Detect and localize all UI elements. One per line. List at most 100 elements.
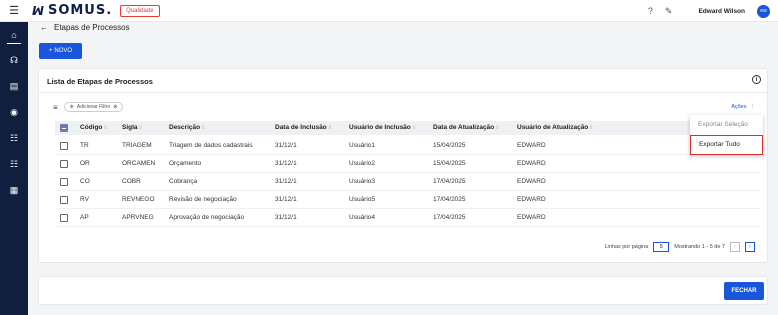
- cell-sigla: COBR: [122, 178, 141, 185]
- cell-data-inclusao: 31/12/1: [275, 196, 297, 203]
- notes-icon[interactable]: ✎: [665, 6, 673, 17]
- footer: FECHAR: [38, 276, 768, 305]
- cell-usuario-inclusao: Usuário5: [349, 196, 376, 203]
- info-icon[interactable]: i: [752, 75, 761, 84]
- cell-usuario-inclusao: Usuário1: [349, 142, 376, 149]
- menu-icon[interactable]: ☰: [0, 4, 28, 17]
- divider: [39, 92, 767, 93]
- list-check-icon[interactable]: ☷: [0, 159, 28, 170]
- cell-data-atualizacao: 15/04/2025: [433, 160, 466, 167]
- home-icon[interactable]: ⌂: [0, 30, 28, 44]
- environment-badge: Qualidade: [120, 4, 160, 17]
- export-selection-item[interactable]: Exportar Seleção: [690, 116, 763, 134]
- cell-usuario-inclusao: Usuário2: [349, 160, 376, 167]
- pagination: Linhas por página 5 Mostrando 1 - 5 de 7…: [604, 242, 755, 252]
- users-icon[interactable]: ☊: [0, 55, 28, 66]
- sidebar: ⌂ ☊ ▤ ◉ ☷ ☷ ▦: [0, 22, 28, 315]
- close-button[interactable]: FECHAR: [724, 282, 764, 300]
- cell-data-atualizacao: 17/04/2025: [433, 178, 466, 185]
- filter-row: ≡ ⊕ Adicionar Filtro ⊗: [53, 102, 124, 112]
- breadcrumb: ← Etapas de Processos: [40, 23, 130, 32]
- cell-usuario-atualizacao: EDWARD: [517, 196, 546, 203]
- cell-sigla: REVNEGO: [122, 196, 155, 203]
- column-header[interactable]: Sigla⇕: [122, 121, 143, 135]
- table-row[interactable]: TR TRIAGEM Triagem de dados cadastrais 3…: [55, 137, 760, 155]
- rows-per-page-select[interactable]: 5: [653, 242, 670, 252]
- plus-icon: +: [48, 48, 53, 54]
- cell-usuario-inclusao: Usuário3: [349, 178, 376, 185]
- close-circle-icon[interactable]: ⊗: [113, 104, 117, 110]
- cell-codigo: CO: [80, 178, 90, 185]
- row-checkbox[interactable]: [60, 196, 68, 204]
- actions-dropdown: Exportar Seleção Exportar Tudo: [690, 115, 763, 155]
- actions-menu-button[interactable]: Ações ⋮: [731, 104, 755, 110]
- select-all-checkbox[interactable]: [60, 124, 68, 132]
- export-all-item[interactable]: Exportar Tudo: [690, 135, 763, 155]
- cell-sigla: APRVNEG: [122, 214, 154, 221]
- row-checkbox[interactable]: [60, 160, 68, 168]
- actions-label: Ações: [731, 104, 747, 110]
- page-title: Etapas de Processos: [54, 23, 130, 32]
- cell-codigo: TR: [80, 142, 89, 149]
- cell-descricao: Orçamento: [169, 160, 202, 167]
- cell-descricao: Aprovação de negociação: [169, 214, 245, 221]
- table-header: Código⇕ Sigla⇕ Descrição⇕ Data de Inclus…: [55, 121, 760, 135]
- cell-codigo: OR: [80, 160, 90, 167]
- logo: ꟽ SOMUS.: [32, 3, 112, 18]
- column-header[interactable]: Usuário de Inclusão⇕: [349, 121, 416, 135]
- cell-usuario-atualizacao: EDWARD: [517, 160, 546, 167]
- grid-icon[interactable]: ▦: [0, 185, 28, 196]
- card-title: Lista de Etapas de Processos: [47, 77, 153, 86]
- cell-data-atualizacao: 15/04/2025: [433, 142, 466, 149]
- cell-sigla: ORCAMEN: [122, 160, 156, 167]
- help-icon[interactable]: ?: [648, 6, 653, 16]
- column-header[interactable]: Código⇕: [80, 121, 108, 135]
- table-row[interactable]: RV REVNEGO Revisão de negociação 31/12/1…: [55, 191, 760, 209]
- next-page-button[interactable]: ›: [745, 242, 755, 252]
- add-filter-chip[interactable]: ⊕ Adicionar Filtro ⊗: [63, 102, 124, 112]
- target-icon[interactable]: ◉: [0, 107, 28, 118]
- cell-data-atualizacao: 17/04/2025: [433, 214, 466, 221]
- table-row[interactable]: AP APRVNEG Aprovação de negociação 31/12…: [55, 209, 760, 227]
- cell-data-inclusao: 31/12/1: [275, 178, 297, 185]
- add-filter-label: Adicionar Filtro: [76, 104, 111, 110]
- table-row[interactable]: OR ORCAMEN Orçamento 31/12/1 Usuário2 15…: [55, 155, 760, 173]
- cell-usuario-atualizacao: EDWARD: [517, 142, 546, 149]
- column-header[interactable]: Data de Atualização⇕: [433, 121, 499, 135]
- cell-codigo: RV: [80, 196, 89, 203]
- username[interactable]: Edward Wilson: [698, 8, 745, 15]
- table-row[interactable]: CO COBR Cobrança 31/12/1 Usuário3 17/04/…: [55, 173, 760, 191]
- back-arrow-icon[interactable]: ←: [40, 23, 48, 32]
- cell-descricao: Cobrança: [169, 178, 198, 185]
- avatar[interactable]: ew: [757, 4, 770, 18]
- rows-per-page-label: Linhas por página: [604, 244, 649, 250]
- list-card: Lista de Etapas de Processos i ≡ ⊕ Adici…: [38, 68, 768, 263]
- top-bar: ☰ ꟽ SOMUS. Qualidade ? ✎ Edward Wilson e…: [0, 0, 778, 22]
- cell-data-inclusao: 31/12/1: [275, 214, 297, 221]
- row-checkbox[interactable]: [60, 142, 68, 150]
- row-checkbox[interactable]: [60, 178, 68, 186]
- row-checkbox[interactable]: [60, 214, 68, 222]
- cell-data-atualizacao: 17/04/2025: [433, 196, 466, 203]
- new-button-label: NOVO: [54, 48, 73, 54]
- more-vertical-icon: ⋮: [749, 104, 756, 110]
- column-header[interactable]: Descrição⇕: [169, 121, 205, 135]
- logo-mark: ꟽ: [32, 3, 45, 18]
- cell-data-inclusao: 31/12/1: [275, 142, 297, 149]
- list-check-icon[interactable]: ☷: [0, 133, 28, 144]
- column-header[interactable]: Data de Inclusão⇕: [275, 121, 332, 135]
- column-header[interactable]: Usuário de Atualização⇕: [517, 121, 593, 135]
- cell-usuario-atualizacao: EDWARD: [517, 214, 546, 221]
- cell-data-inclusao: 31/12/1: [275, 160, 297, 167]
- cell-sigla: TRIAGEM: [122, 142, 152, 149]
- prev-page-button[interactable]: ‹: [730, 242, 740, 252]
- new-button[interactable]: + NOVO: [39, 43, 82, 59]
- cell-descricao: Revisão de negociação: [169, 196, 237, 203]
- cell-codigo: AP: [80, 214, 89, 221]
- cell-usuario-inclusao: Usuário4: [349, 214, 376, 221]
- id-card-icon[interactable]: ▤: [0, 81, 28, 92]
- logo-text: SOMUS.: [47, 3, 113, 18]
- filter-icon[interactable]: ≡: [53, 103, 58, 112]
- cell-descricao: Triagem de dados cadastrais: [169, 142, 253, 149]
- showing-range: Mostrando 1 - 5 de 7: [674, 244, 725, 250]
